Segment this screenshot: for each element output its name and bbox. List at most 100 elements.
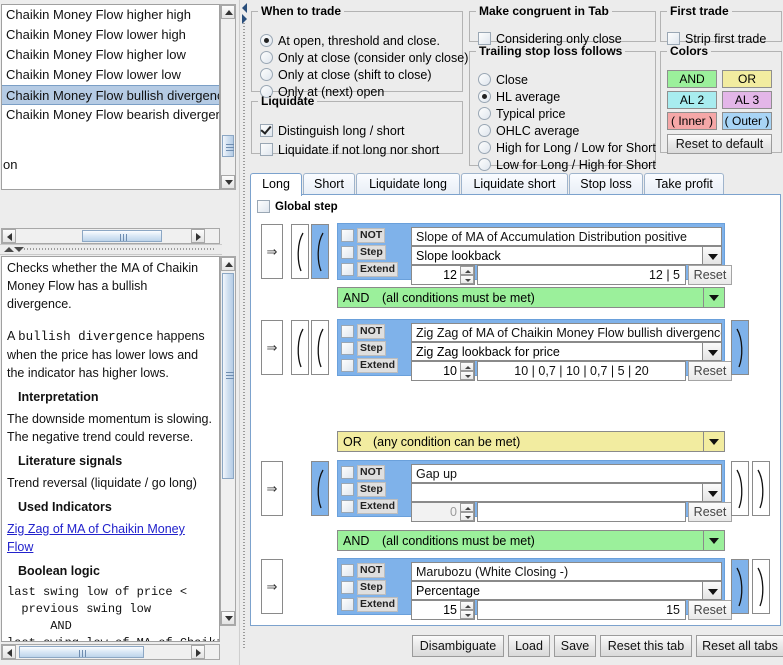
save-button[interactable]: Save <box>554 635 596 657</box>
radio-icon[interactable] <box>478 158 491 171</box>
scroll-down-button[interactable] <box>221 611 235 625</box>
splitter-collapse-right-icon[interactable] <box>242 14 247 24</box>
condition-name-4[interactable]: Marubozu (White Closing -) <box>411 562 722 581</box>
chevron-down-icon[interactable] <box>702 343 721 360</box>
radio-icon[interactable] <box>478 90 491 103</box>
checkbox-icon[interactable] <box>341 342 354 355</box>
open-paren-box-3a[interactable] <box>311 461 329 516</box>
checkbox-distinguish-long-short[interactable]: Distinguish long / short <box>260 121 439 140</box>
chevron-down-icon[interactable] <box>703 432 724 451</box>
implication-arrow-3[interactable]: ⇒ <box>261 461 283 516</box>
scroll-left-button[interactable] <box>2 645 16 659</box>
checkbox-step-4[interactable]: Step <box>341 579 408 596</box>
horizontal-split-divider[interactable] <box>0 244 222 255</box>
scrollbar-thumb[interactable] <box>222 135 234 157</box>
description-vertical-scrollbar[interactable] <box>220 256 236 626</box>
radio-hl-average[interactable]: HL average <box>478 88 656 105</box>
radio-close[interactable]: Close <box>478 71 656 88</box>
reset-to-default-button[interactable]: Reset to default <box>667 134 772 154</box>
radio-icon[interactable] <box>478 124 491 137</box>
color-swatch-and[interactable]: AND <box>667 70 717 88</box>
open-paren-box-1a[interactable] <box>291 224 309 279</box>
parameter-select-2[interactable]: Zig Zag lookback for price <box>411 342 722 361</box>
logic-operator-row-3[interactable]: AND (all conditions must be met) <box>337 530 725 551</box>
description-horizontal-scrollbar[interactable] <box>1 644 220 660</box>
scrollbar-thumb[interactable] <box>82 230 162 242</box>
radio-high-long-low-short[interactable]: High for Long / Low for Short <box>478 139 656 156</box>
radio-typical-price[interactable]: Typical price <box>478 105 656 122</box>
checkbox-extend-2[interactable]: Extend <box>341 357 408 374</box>
checkbox-extend-1[interactable]: Extend <box>341 261 408 278</box>
parameter-select-4[interactable]: Percentage <box>411 581 722 600</box>
checkbox-icon[interactable] <box>341 359 354 372</box>
implication-arrow-2[interactable]: ⇒ <box>261 320 283 375</box>
color-swatch-al2[interactable]: AL 2 <box>667 91 717 109</box>
checkbox-icon[interactable] <box>341 500 354 513</box>
radio-only-at-close-consider[interactable]: Only at close (consider only close) <box>260 49 468 66</box>
checkbox-icon[interactable] <box>341 564 354 577</box>
radio-icon[interactable] <box>478 141 491 154</box>
chevron-down-icon[interactable] <box>703 531 724 550</box>
implication-arrow-1[interactable]: ⇒ <box>261 224 283 279</box>
checkbox-not-1[interactable]: NOT <box>341 227 408 244</box>
checkbox-icon[interactable] <box>341 581 354 594</box>
open-paren-box-2b[interactable] <box>311 320 329 375</box>
reset-button-1[interactable]: Reset <box>688 265 732 285</box>
list-horizontal-scrollbar[interactable] <box>1 228 220 244</box>
indicator-list[interactable]: Chaikin Money Flow higher high Chaikin M… <box>1 4 220 190</box>
checkbox-not-3[interactable]: NOT <box>341 464 408 481</box>
list-item[interactable]: Chaikin Money Flow higher low <box>2 45 219 65</box>
spinner-1[interactable]: 12 <box>411 265 475 285</box>
radio-icon[interactable] <box>260 68 273 81</box>
checkbox-icon[interactable] <box>341 483 354 496</box>
checkbox-extend-3[interactable]: Extend <box>341 498 408 515</box>
radio-icon[interactable] <box>260 34 273 47</box>
checkbox-icon[interactable] <box>341 263 354 276</box>
radio-icon[interactable] <box>478 107 491 120</box>
list-item[interactable]: Chaikin Money Flow lower high <box>2 25 219 45</box>
reset-this-tab-button[interactable]: Reset this tab <box>600 635 692 657</box>
color-swatch-inner[interactable]: ( Inner ) <box>667 112 717 130</box>
list-item[interactable]: Chaikin Money Flow bearish divergence <box>2 105 219 125</box>
logic-operator-row-1[interactable]: AND (all conditions must be met) <box>337 287 725 308</box>
used-indicator-link[interactable]: Zig Zag of MA of Chaikin Money Flow <box>7 520 213 556</box>
checkbox-extend-4[interactable]: Extend <box>341 596 408 613</box>
chevron-down-icon[interactable] <box>702 484 721 501</box>
spinner-buttons-3[interactable] <box>460 503 474 521</box>
spinner-4[interactable]: 15 <box>411 600 475 620</box>
color-swatch-al3[interactable]: AL 3 <box>722 91 772 109</box>
radio-low-long-high-short[interactable]: Low for Long / High for Short <box>478 156 656 173</box>
scroll-left-button[interactable] <box>2 229 16 243</box>
scroll-up-button[interactable] <box>221 257 235 271</box>
load-button[interactable]: Load <box>508 635 550 657</box>
condition-name-3[interactable]: Gap up <box>411 464 722 483</box>
chevron-down-icon[interactable] <box>703 288 724 307</box>
splitter-collapse-down-icon[interactable] <box>14 247 24 252</box>
scrollbar-thumb[interactable] <box>19 646 144 658</box>
close-paren-box-4b[interactable] <box>752 559 770 614</box>
disambiguate-button[interactable]: Disambiguate <box>412 635 504 657</box>
list-item[interactable]: Chaikin Money Flow higher high <box>2 5 219 25</box>
reset-button-2[interactable]: Reset <box>688 361 732 381</box>
checkbox-not-4[interactable]: NOT <box>341 562 408 579</box>
checkbox-icon[interactable] <box>341 325 354 338</box>
tab-liquidate-long[interactable]: Liquidate long <box>356 173 460 194</box>
spinner-buttons-2[interactable] <box>460 362 474 380</box>
checkbox-icon[interactable] <box>260 143 273 156</box>
checkbox-step-1[interactable]: Step <box>341 244 408 261</box>
open-paren-box-2a[interactable] <box>291 320 309 375</box>
list-item[interactable]: Chaikin Money Flow lower low <box>2 65 219 85</box>
close-paren-box-3a[interactable] <box>731 461 749 516</box>
spinner-buttons-1[interactable] <box>460 266 474 284</box>
radio-icon[interactable] <box>478 73 491 86</box>
checkbox-icon[interactable] <box>257 200 270 213</box>
tab-long[interactable]: Long <box>250 173 302 196</box>
checkbox-liquidate-if-not-long-nor-short[interactable]: Liquidate if not long nor short <box>260 140 439 159</box>
parameter-select-1[interactable]: Slope lookback <box>411 246 722 265</box>
checkbox-global-step[interactable]: Global step <box>257 200 338 213</box>
splitter-collapse-left-icon[interactable] <box>242 3 247 13</box>
color-swatch-or[interactable]: OR <box>722 70 772 88</box>
close-paren-box-2a[interactable] <box>731 320 749 375</box>
checkbox-icon[interactable] <box>341 229 354 242</box>
scroll-right-button[interactable] <box>191 229 205 243</box>
